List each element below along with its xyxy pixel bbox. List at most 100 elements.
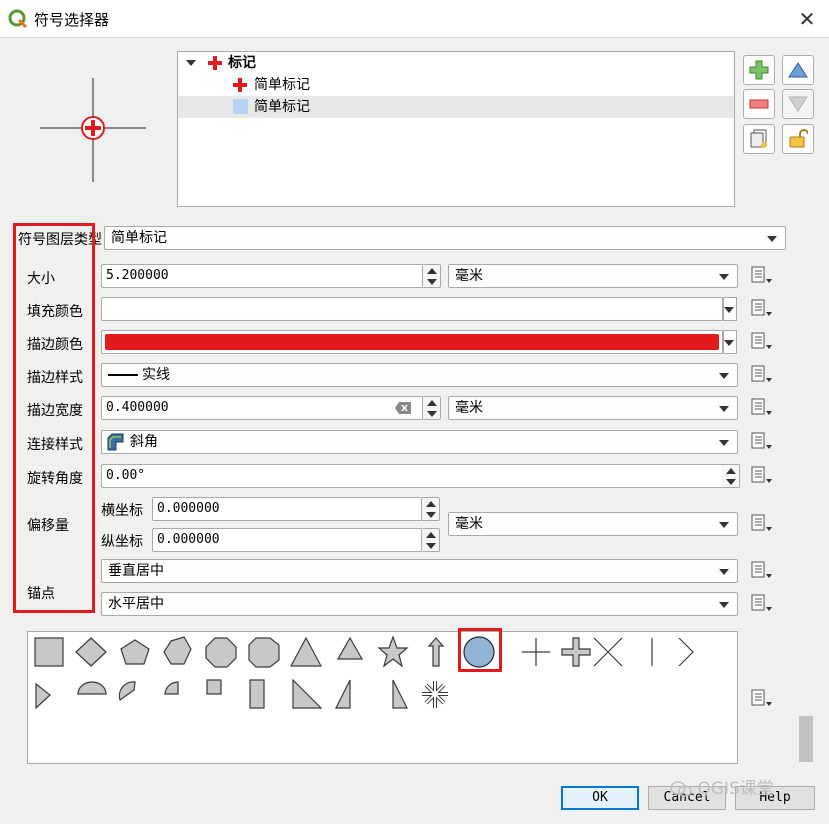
stroke-color-button[interactable] xyxy=(101,330,723,354)
half-square-shape-icon[interactable] xyxy=(249,679,265,709)
x-shape-icon[interactable] xyxy=(593,637,623,667)
arrow-shape-icon[interactable] xyxy=(427,637,445,667)
spin-down-icon[interactable] xyxy=(427,411,437,417)
anchor-horizontal-select[interactable]: 水平居中 xyxy=(101,592,738,616)
third-circle-shape-icon[interactable] xyxy=(118,681,136,701)
size-spinner[interactable] xyxy=(423,264,441,288)
move-down-button[interactable] xyxy=(782,89,814,119)
size-unit-select[interactable]: 毫米 xyxy=(448,264,738,288)
clear-icon[interactable] xyxy=(395,402,411,414)
pentagon-shape-icon[interactable] xyxy=(120,639,150,665)
cross-shape-icon[interactable] xyxy=(522,638,550,666)
shape-library[interactable] xyxy=(27,631,738,764)
equilateral-triangle-shape-icon[interactable] xyxy=(336,636,364,660)
symbol-layer-tree[interactable]: 标记 简单标记 简单标记 xyxy=(177,51,735,207)
join-style-select[interactable]: 斜角 xyxy=(101,430,738,454)
ok-button[interactable]: OK xyxy=(561,786,639,810)
right-half-triangle-shape-icon[interactable] xyxy=(335,679,351,709)
data-defined-override-icon[interactable] xyxy=(748,397,774,417)
fill-color-button[interactable] xyxy=(101,297,723,321)
move-up-button[interactable] xyxy=(782,55,814,85)
data-defined-override-icon[interactable] xyxy=(748,688,774,708)
spin-down-icon[interactable] xyxy=(726,479,736,485)
half-circle-shape-icon[interactable] xyxy=(77,681,107,695)
tree-item-simple-marker-layer[interactable]: 简单标记 xyxy=(178,96,734,118)
data-defined-override-icon[interactable] xyxy=(748,298,774,318)
fill-color-dropdown[interactable] xyxy=(723,297,737,321)
spin-up-icon[interactable] xyxy=(426,532,436,538)
offset-x-input[interactable]: 0.000000 xyxy=(152,497,422,521)
stroke-style-value: 实线 xyxy=(142,367,170,383)
stroke-style-select[interactable]: 实线 xyxy=(101,363,738,387)
data-defined-override-icon[interactable] xyxy=(748,331,774,351)
stroke-width-spinner[interactable] xyxy=(423,396,441,420)
spin-down-icon[interactable] xyxy=(426,512,436,518)
data-defined-override-icon[interactable] xyxy=(748,364,774,384)
window-title: 符号选择器 xyxy=(34,11,110,29)
triangle-down-icon xyxy=(788,96,808,112)
cross-fill-shape-icon[interactable] xyxy=(561,637,591,667)
data-defined-override-icon[interactable] xyxy=(748,513,774,533)
layer-type-value: 简单标记 xyxy=(111,230,167,246)
spin-up-icon[interactable] xyxy=(726,468,736,474)
hexagon-shape-icon[interactable] xyxy=(163,636,192,665)
watermark-text: QGIS课堂 xyxy=(697,779,774,799)
offset-unit-value: 毫米 xyxy=(455,516,483,532)
left-half-triangle-shape-icon[interactable] xyxy=(392,679,408,709)
offset-y-input[interactable]: 0.000000 xyxy=(152,528,422,552)
square-shape-icon[interactable] xyxy=(34,637,64,667)
chevron-down-icon xyxy=(767,236,777,242)
anchor-vertical-select[interactable]: 垂直居中 xyxy=(101,559,738,583)
data-defined-override-icon[interactable] xyxy=(748,560,774,580)
size-unit-value: 毫米 xyxy=(455,268,483,284)
star-shape-icon[interactable] xyxy=(377,635,409,668)
add-layer-button[interactable] xyxy=(743,55,775,85)
spin-down-icon[interactable] xyxy=(427,279,437,285)
octagon-shape-icon[interactable] xyxy=(205,637,237,668)
library-scrollbar[interactable] xyxy=(798,628,814,764)
spin-up-icon[interactable] xyxy=(427,268,437,274)
quarter-square-shape-icon[interactable] xyxy=(206,679,222,695)
anchor-label: 锚点 xyxy=(27,586,55,602)
spin-up-icon[interactable] xyxy=(426,501,436,507)
blue-square-icon xyxy=(233,99,248,114)
stroke-width-unit-value: 毫米 xyxy=(455,400,483,416)
layer-type-select[interactable]: 简单标记 xyxy=(104,226,786,250)
size-input[interactable]: 5.200000 xyxy=(101,264,423,288)
offset-x-label: 横坐标 xyxy=(101,503,143,519)
chevron-down-icon xyxy=(719,569,729,575)
diagonal-half-square-shape-icon[interactable] xyxy=(292,678,323,709)
data-defined-override-icon[interactable] xyxy=(748,593,774,613)
plus-icon xyxy=(749,60,769,80)
close-button[interactable]: ✕ xyxy=(794,6,820,32)
duplicate-layer-button[interactable] xyxy=(743,124,775,154)
arrowhead-shape-icon[interactable] xyxy=(678,637,694,667)
size-label: 大小 xyxy=(27,271,55,287)
tree-item-simple-marker[interactable]: 简单标记 xyxy=(178,74,734,96)
spin-up-icon[interactable] xyxy=(427,400,437,406)
quarter-circle-shape-icon[interactable] xyxy=(164,681,179,695)
chevron-down-icon[interactable] xyxy=(186,60,196,66)
data-defined-override-icon[interactable] xyxy=(748,465,774,485)
anchor-vertical-value: 垂直居中 xyxy=(108,563,164,579)
rotation-spinner[interactable] xyxy=(722,464,740,488)
rotation-input[interactable]: 0.00° xyxy=(101,464,723,488)
lock-layer-button[interactable] xyxy=(782,124,814,154)
minus-icon xyxy=(749,99,769,109)
stroke-width-unit-select[interactable]: 毫米 xyxy=(448,396,738,420)
stroke-color-dropdown[interactable] xyxy=(723,330,737,354)
scrollbar-thumb[interactable] xyxy=(799,716,813,762)
decagon-shape-icon[interactable] xyxy=(248,637,280,668)
triangle-shape-icon[interactable] xyxy=(289,636,323,667)
offset-unit-select[interactable]: 毫米 xyxy=(448,512,738,536)
diamond-shape-icon[interactable] xyxy=(75,637,107,667)
filled-arrowhead-shape-icon[interactable] xyxy=(35,682,51,710)
remove-layer-button[interactable] xyxy=(743,89,775,119)
data-defined-override-icon[interactable] xyxy=(748,265,774,285)
offset-y-spinner[interactable] xyxy=(422,528,440,552)
offset-x-spinner[interactable] xyxy=(422,497,440,521)
tree-item-marker[interactable]: 标记 xyxy=(178,52,734,74)
stroke-width-input[interactable]: 0.400000 xyxy=(101,396,423,420)
data-defined-override-icon[interactable] xyxy=(748,431,774,451)
spin-down-icon[interactable] xyxy=(426,543,436,549)
